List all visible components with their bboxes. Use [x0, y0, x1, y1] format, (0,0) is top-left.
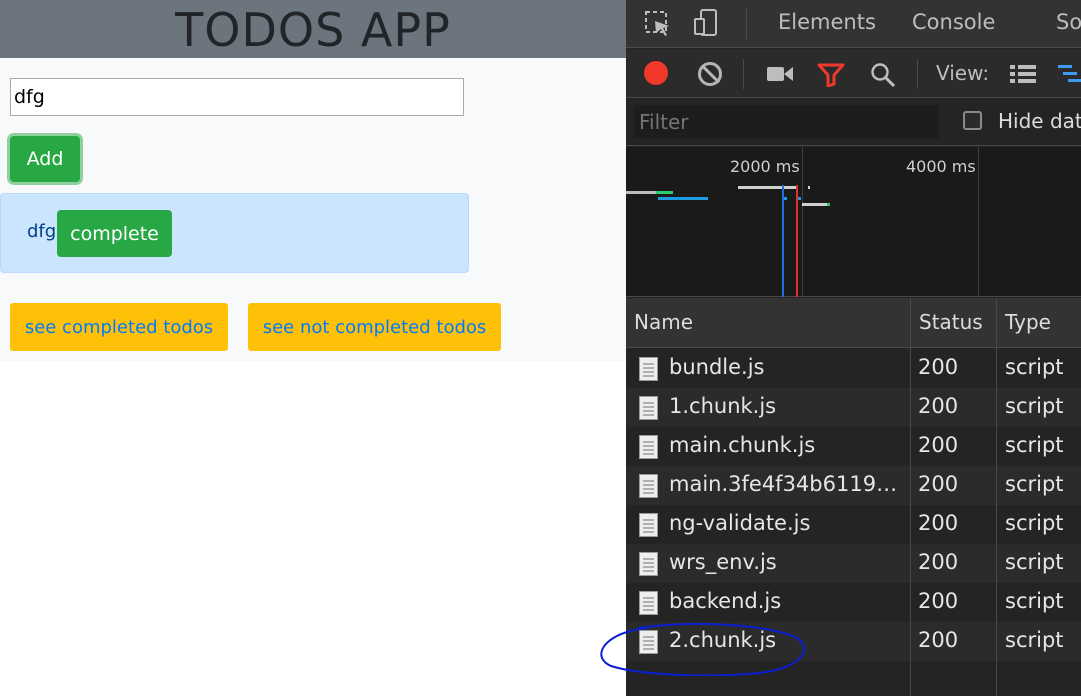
- overview-request-bar: [802, 203, 830, 206]
- request-name: wrs_env.js: [669, 550, 777, 574]
- tab-sources[interactable]: Sour: [1056, 10, 1081, 34]
- request-name: ng-validate.js: [669, 511, 811, 535]
- request-type: script: [1005, 589, 1064, 613]
- request-status: 200: [918, 394, 959, 418]
- hide-data-urls-checkbox[interactable]: [963, 111, 982, 130]
- request-status: 200: [918, 472, 959, 496]
- waterfall-icon[interactable]: [1058, 64, 1081, 88]
- app-body: Add dfg complete see completed todos see…: [0, 58, 626, 361]
- network-overview-timeline[interactable]: 2000 ms 4000 ms: [626, 147, 1081, 297]
- request-type: script: [1005, 550, 1064, 574]
- see-not-completed-button[interactable]: see not completed todos: [248, 303, 501, 351]
- table-row[interactable]: bundle.js 200 script: [626, 349, 1081, 388]
- column-header-name[interactable]: Name: [634, 310, 693, 334]
- overview-label-4000ms: 4000 ms: [906, 157, 976, 176]
- dom-content-loaded-marker: [782, 185, 784, 297]
- script-file-icon: [639, 591, 658, 615]
- script-file-icon: [639, 630, 658, 654]
- toolbar-separator: [743, 59, 744, 89]
- todo-input[interactable]: [10, 78, 464, 116]
- app-header: TODOS APP: [0, 0, 626, 58]
- tab-elements[interactable]: Elements: [778, 10, 876, 34]
- todo-list-item: dfg complete: [0, 193, 469, 273]
- request-status: 200: [918, 628, 959, 652]
- inspect-element-icon[interactable]: [644, 10, 672, 42]
- script-file-icon: [639, 396, 658, 420]
- request-type: script: [1005, 511, 1064, 535]
- overview-request-bar: [658, 197, 708, 200]
- table-row[interactable]: backend.js 200 script: [626, 583, 1081, 622]
- overview-gridline: [802, 147, 803, 297]
- request-name: main.chunk.js: [669, 433, 816, 457]
- todo-text: dfg: [27, 221, 57, 242]
- table-row[interactable]: 2.chunk.js 200 script: [626, 622, 1081, 661]
- overview-request-bar: [626, 191, 656, 194]
- funnel-icon[interactable]: [817, 63, 845, 91]
- script-file-icon: [639, 357, 658, 381]
- request-status: 200: [918, 433, 959, 457]
- request-type: script: [1005, 472, 1064, 496]
- tab-separator: [746, 8, 747, 40]
- page-title: TODOS APP: [175, 3, 451, 57]
- request-name: backend.js: [669, 589, 782, 613]
- overview-gridline: [978, 147, 979, 297]
- overview-request-bar: [656, 191, 673, 194]
- search-icon[interactable]: [870, 62, 896, 92]
- script-file-icon: [639, 474, 658, 498]
- requests-table-header: Name Status Type: [626, 298, 1081, 348]
- overview-label-2000ms: 2000 ms: [730, 157, 800, 176]
- overview-request-bar: [784, 197, 787, 200]
- request-name: 2.chunk.js: [669, 628, 777, 652]
- request-type: script: [1005, 394, 1064, 418]
- script-file-icon: [639, 435, 658, 459]
- request-type: script: [1005, 355, 1064, 379]
- column-header-status[interactable]: Status: [919, 310, 983, 334]
- todos-app: TODOS APP Add dfg complete see completed…: [0, 0, 626, 696]
- overview-request-bar: [798, 197, 801, 200]
- devtools-tabbar: Elements Console Sour: [626, 0, 1081, 48]
- complete-button[interactable]: complete: [57, 210, 172, 257]
- record-icon[interactable]: [644, 61, 668, 85]
- requests-table-body: bundle.js 200 script 1.chunk.js 200 scri…: [626, 349, 1081, 696]
- overview-request-bar: [808, 186, 810, 189]
- request-type: script: [1005, 433, 1064, 457]
- request-status: 200: [918, 589, 959, 613]
- request-status: 200: [918, 550, 959, 574]
- filter-bar: Hide dat: [626, 99, 1081, 146]
- request-name: bundle.js: [669, 355, 765, 379]
- column-header-type[interactable]: Type: [1005, 310, 1051, 334]
- network-toolbar: View:: [626, 49, 1081, 98]
- table-row[interactable]: main.3fe4f34b6119aa... 200 script: [626, 466, 1081, 505]
- view-label: View:: [936, 61, 990, 85]
- camera-icon[interactable]: [766, 65, 794, 87]
- hide-data-urls-label: Hide dat: [998, 109, 1081, 133]
- table-row[interactable]: main.chunk.js 200 script: [626, 427, 1081, 466]
- request-type: script: [1005, 628, 1064, 652]
- script-file-icon: [639, 552, 658, 576]
- column-divider[interactable]: [910, 298, 911, 696]
- add-button[interactable]: Add: [10, 136, 80, 182]
- request-status: 200: [918, 355, 959, 379]
- load-event-marker: [796, 185, 798, 297]
- filter-input[interactable]: [634, 105, 939, 138]
- list-view-icon[interactable]: [1010, 64, 1036, 88]
- request-name: 1.chunk.js: [669, 394, 777, 418]
- table-row[interactable]: wrs_env.js 200 script: [626, 544, 1081, 583]
- column-divider[interactable]: [996, 298, 997, 696]
- devtools-panel: Elements Console Sour View:: [626, 0, 1081, 696]
- request-name: main.3fe4f34b6119aa...: [669, 472, 909, 496]
- overview-request-bar: [738, 186, 798, 189]
- table-row[interactable]: ng-validate.js 200 script: [626, 505, 1081, 544]
- script-file-icon: [639, 513, 658, 537]
- device-toolbar-icon[interactable]: [692, 8, 722, 42]
- tab-console[interactable]: Console: [912, 10, 995, 34]
- overview-request-bar: [827, 203, 830, 206]
- clear-icon[interactable]: [698, 62, 722, 86]
- request-status: 200: [918, 511, 959, 535]
- table-row[interactable]: 1.chunk.js 200 script: [626, 388, 1081, 427]
- see-completed-button[interactable]: see completed todos: [10, 303, 228, 351]
- toolbar-separator: [917, 59, 918, 89]
